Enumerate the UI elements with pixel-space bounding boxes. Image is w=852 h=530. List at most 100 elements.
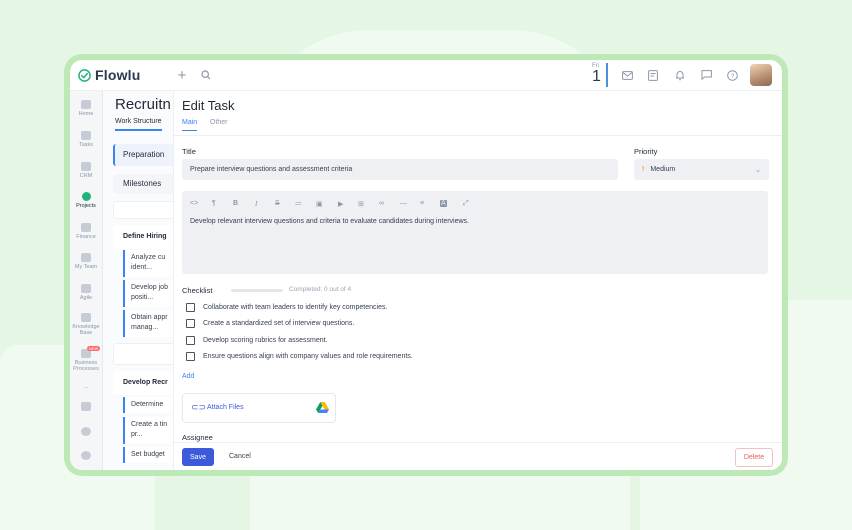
tab-main[interactable]: Main xyxy=(182,119,198,131)
sidebar-extra-item[interactable] xyxy=(70,451,102,462)
agile-icon xyxy=(81,284,91,293)
date-day: 1 xyxy=(592,68,601,85)
sidebar-item-home[interactable]: Home xyxy=(70,100,102,117)
add-icon[interactable]: + xyxy=(174,67,190,84)
search-icon[interactable] xyxy=(198,67,214,83)
list-item[interactable]: Develop job positi... xyxy=(123,280,173,307)
sidebar: Home Tasks CRM Projects Finance My Team … xyxy=(70,91,103,470)
checklist-item[interactable]: Develop scoring rubrics for assessment. xyxy=(186,336,328,345)
sidebar-item-business-processes[interactable]: NEW Business Processes xyxy=(70,346,102,372)
group-develop-recruitment[interactable]: Develop Recr xyxy=(113,371,173,395)
title-label: Title xyxy=(182,147,196,156)
checkbox[interactable] xyxy=(186,303,195,312)
page-title: Edit Task xyxy=(182,98,235,113)
checklist-item[interactable]: Ensure questions align with company valu… xyxy=(186,352,413,361)
table-icon[interactable]: ⊞ xyxy=(358,200,364,208)
sidebar-item-agile[interactable]: Agile xyxy=(70,284,102,301)
tab-work-structure[interactable]: Work Structure xyxy=(115,118,162,131)
app-name: Flowlu xyxy=(95,67,141,83)
sidebar-item-more[interactable]: ... xyxy=(70,384,102,390)
chat-icon[interactable] xyxy=(698,67,714,83)
chevron-down-icon: ⌄ xyxy=(755,166,761,174)
sidebar-item-tasks[interactable]: Tasks xyxy=(70,131,102,148)
sidebar-item-crm[interactable]: CRM xyxy=(70,162,102,179)
checkbox[interactable] xyxy=(186,352,195,361)
group-empty xyxy=(113,343,173,365)
priority-label: Priority xyxy=(634,147,658,156)
attach-files-box[interactable]: ⊂⊃ Attach Files xyxy=(182,393,336,423)
calendar-date[interactable]: Fri 1 xyxy=(590,63,608,87)
attach-files-label: Attach Files xyxy=(207,404,244,411)
google-drive-icon[interactable] xyxy=(316,402,329,413)
sidebar-item-my-team[interactable]: My Team xyxy=(70,253,102,270)
list-item-line: Analyze cu xyxy=(131,254,166,261)
sidebar-item-finance[interactable]: Finance xyxy=(70,223,102,240)
checklist-item[interactable]: Collaborate with team leaders to identif… xyxy=(186,303,387,312)
notes-icon[interactable] xyxy=(645,67,661,83)
edit-task-panel: Edit Task Main Other Title Prepare inter… xyxy=(173,91,782,470)
milestones-empty xyxy=(113,201,173,219)
paragraph-icon[interactable]: ¶ xyxy=(212,200,216,207)
checkbox[interactable] xyxy=(186,319,195,328)
checklist-item[interactable]: Create a standardized set of interview q… xyxy=(186,319,354,328)
stage-preparation[interactable]: Preparation xyxy=(113,144,173,166)
text-color-icon[interactable]: A xyxy=(440,200,447,207)
list-item[interactable]: Obtain appr manag... xyxy=(123,310,173,337)
svg-text:?: ? xyxy=(730,73,734,80)
list-item[interactable]: Set budget xyxy=(123,447,173,463)
list-item-line: Obtain appr xyxy=(131,314,168,321)
projects-icon xyxy=(81,192,91,201)
italic-icon[interactable]: I xyxy=(255,200,257,208)
checklist-item-text: Develop scoring rubrics for assessment. xyxy=(203,337,328,344)
checklist-progress-text: Completed: 0 out of 4 xyxy=(289,286,352,293)
sidebar-extra-item[interactable] xyxy=(70,427,102,438)
tab-other[interactable]: Other xyxy=(210,119,228,126)
title-input[interactable]: Prepare interview questions and assessme… xyxy=(182,159,618,180)
list-item-line: manag... xyxy=(131,324,159,331)
image-icon[interactable]: ▣ xyxy=(316,200,323,208)
panel-footer: Save Cancel Delete xyxy=(174,442,782,470)
sidebar-extra-item[interactable] xyxy=(70,402,102,413)
list-item[interactable]: Create a tin pr... xyxy=(123,417,173,444)
new-badge: NEW xyxy=(87,346,101,351)
checklist-progress-bar xyxy=(231,289,283,292)
bell-icon[interactable] xyxy=(672,67,688,83)
divider-icon[interactable]: — xyxy=(400,200,407,207)
list-icon[interactable]: ≔ xyxy=(295,200,302,208)
list-item[interactable]: Analyze cu ident... xyxy=(123,250,173,277)
help-icon[interactable]: ? xyxy=(724,67,740,83)
mail-icon[interactable] xyxy=(619,67,635,83)
code-icon[interactable]: <> xyxy=(190,200,198,207)
user-avatar[interactable] xyxy=(750,64,772,86)
expand-icon[interactable]: ⤢ xyxy=(463,200,469,208)
app-logo[interactable]: Flowlu xyxy=(78,67,141,83)
checklist-item-text: Create a standardized set of interview q… xyxy=(203,320,355,327)
delete-button[interactable]: Delete xyxy=(735,448,773,467)
tasks-icon xyxy=(81,131,91,140)
sidebar-item-knowledge-base[interactable]: Knowledge Base xyxy=(70,313,102,336)
milestones-section[interactable]: Milestones xyxy=(113,174,173,194)
link-icon[interactable]: ∞ xyxy=(379,200,384,207)
align-icon[interactable]: ≡ xyxy=(420,200,424,207)
cancel-button[interactable]: Cancel xyxy=(229,453,251,460)
video-icon[interactable]: ▶ xyxy=(338,200,343,208)
list-item-line: ident... xyxy=(131,264,153,271)
checkbox[interactable] xyxy=(186,336,195,345)
priority-select[interactable]: ! Medium ⌄ xyxy=(634,159,769,180)
sidebar-item-label: ... xyxy=(83,384,89,390)
logo-check-icon xyxy=(78,68,91,82)
list-item-line: Develop job xyxy=(131,284,168,291)
list-item[interactable]: Determine xyxy=(123,397,173,413)
sidebar-item-projects[interactable]: Projects xyxy=(70,192,102,209)
sidebar-item-label: Projects xyxy=(76,203,96,209)
group-define-hiring[interactable]: Define Hiring xyxy=(113,225,173,249)
strikethrough-icon[interactable]: S xyxy=(275,200,280,207)
sidebar-item-label: Tasks xyxy=(78,142,94,148)
add-checklist-link[interactable]: Add xyxy=(182,373,194,380)
description-editor[interactable]: <> ¶ B I S ≔ ▣ ▶ ⊞ ∞ — ≡ A ⤢ Develop rel… xyxy=(182,191,768,274)
save-button[interactable]: Save xyxy=(182,448,214,466)
bold-icon[interactable]: B xyxy=(233,200,238,207)
checklist-item-text: Ensure questions align with company valu… xyxy=(203,353,413,360)
project-panel: Recruitn ✕ Work Structure Preparation Mi… xyxy=(103,91,173,470)
sidebar-item-label: CRM xyxy=(79,173,93,179)
